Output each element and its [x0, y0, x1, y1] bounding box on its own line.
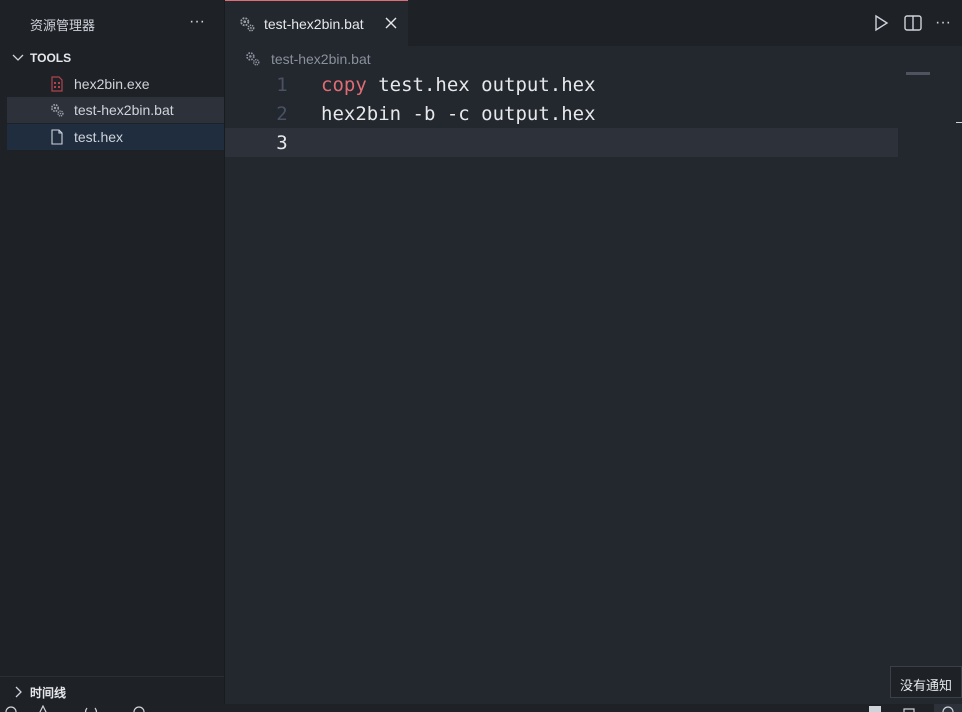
code-keyword: copy [321, 74, 367, 96]
tab-test-hex2bin-bat[interactable]: test-hex2bin.bat [225, 0, 408, 47]
code-line[interactable]: 2 hex2bin -b -c output.hex [225, 99, 898, 128]
remote-icon[interactable] [4, 705, 18, 712]
chevron-right-icon [15, 686, 22, 698]
tree-item-label: hex2bin.exe [74, 76, 150, 92]
sidebar-more-icon[interactable]: ··· [186, 10, 208, 34]
notification-text: 没有通知 [900, 678, 953, 693]
breadcrumb-label[interactable]: test-hex2bin.bat [271, 51, 371, 67]
line-number: 3 [276, 132, 288, 154]
close-icon[interactable] [382, 14, 400, 32]
breadcrumb: test-hex2bin.bat [225, 46, 962, 70]
tab-actions: ··· [862, 12, 962, 36]
sync-icon[interactable] [132, 705, 146, 712]
broadcast-icon[interactable] [84, 705, 98, 712]
status-bar [0, 704, 962, 712]
split-editor-icon[interactable] [902, 12, 924, 34]
file-icon [51, 129, 63, 145]
code-text[interactable]: hex2bin -b -c output.hex [321, 103, 596, 125]
more-icon[interactable]: ··· [932, 12, 954, 34]
layout-icon[interactable] [868, 705, 882, 712]
code-rest: test.hex output.hex [366, 74, 596, 96]
editor-tab-bar: test-hex2bin.bat ··· [225, 0, 962, 47]
timeline-section[interactable]: 时间线 [0, 676, 224, 705]
warning-icon[interactable] [36, 705, 50, 712]
code-line[interactable]: 1 copy test.hex output.hex [225, 70, 898, 99]
code-editor[interactable]: 1 copy test.hex output.hex 2 hex2bin -b … [225, 70, 962, 704]
explorer-sidebar: 资源管理器 ··· TOOLS hex2bin.exe test-hex2bin… [0, 0, 225, 704]
tab-label: test-hex2bin.bat [264, 16, 364, 32]
sidebar-header: 资源管理器 ··· [0, 0, 224, 46]
tree-item-label: test.hex [74, 129, 124, 145]
code-rest: hex2bin -b -c output.hex [321, 103, 596, 125]
run-icon[interactable] [870, 12, 892, 34]
editor-window: 资源管理器 ··· TOOLS hex2bin.exe test-hex2bin… [0, 0, 962, 712]
chevron-down-icon [12, 54, 24, 61]
gear-file-icon [240, 17, 255, 32]
scrollbar-marker[interactable] [956, 122, 962, 123]
code-text[interactable]: copy test.hex output.hex [321, 74, 596, 96]
tree-item-test-hex[interactable]: test.hex [7, 124, 224, 150]
timeline-label: 时间线 [30, 686, 67, 700]
code-line-current[interactable]: 3 [225, 128, 898, 157]
bell-icon[interactable] [934, 704, 962, 712]
folder-section-label: TOOLS [30, 51, 72, 65]
line-number: 1 [276, 74, 288, 96]
folder-section-tools[interactable]: TOOLS [0, 48, 224, 70]
gear-file-icon [50, 103, 64, 117]
tree-item-hex2bin-exe[interactable]: hex2bin.exe [7, 71, 224, 97]
minimap[interactable] [906, 72, 930, 75]
sidebar-title: 资源管理器 [30, 18, 96, 33]
tree-item-label: test-hex2bin.bat [74, 102, 174, 118]
line-number: 2 [276, 103, 288, 125]
bell-shape-icon [942, 706, 954, 712]
tree-item-test-hex2bin-bat[interactable]: test-hex2bin.bat [7, 97, 224, 123]
notification-tooltip: 没有通知 [890, 666, 962, 698]
gear-file-icon [246, 52, 260, 66]
extension-icon[interactable] [902, 705, 916, 712]
exe-file-icon [51, 76, 63, 92]
